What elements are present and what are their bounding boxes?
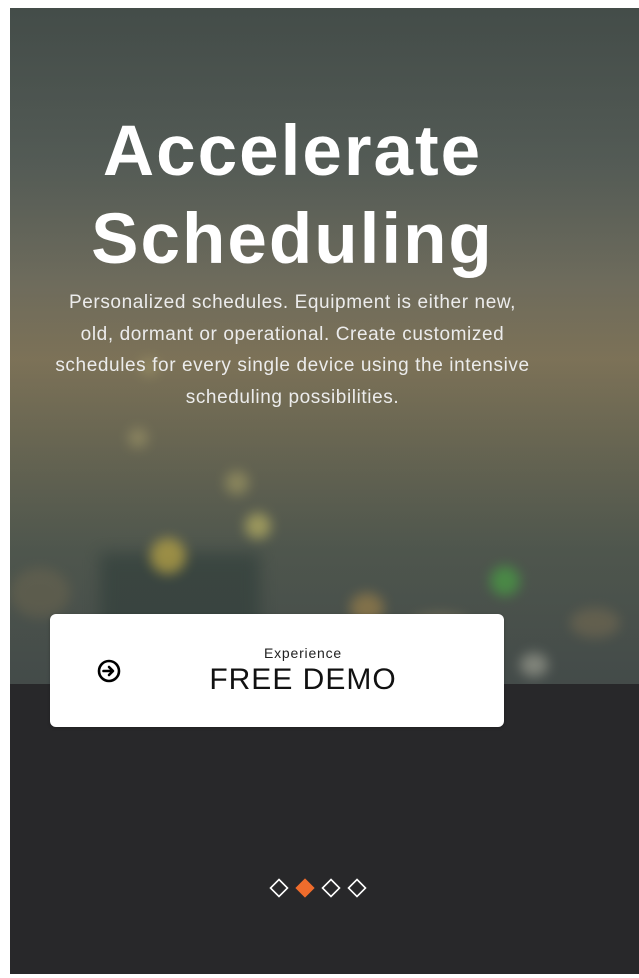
hero-description: Personalized schedules. Equipment is eit… [55, 292, 530, 408]
arrow-circle-right-icon [97, 659, 121, 683]
hero-title: Accelerate Scheduling [10, 108, 575, 284]
bottom-panel [10, 684, 639, 974]
free-demo-label: FREE DEMO [209, 663, 397, 696]
slide-dot-3[interactable] [320, 877, 342, 899]
diamond-icon [295, 878, 315, 898]
slide-dot-4[interactable] [346, 877, 368, 899]
free-demo-sublabel: Experience [263, 645, 343, 661]
hero-title-line1: Accelerate [102, 112, 483, 191]
slide-dot-2[interactable] [294, 877, 316, 899]
slider-pagination [268, 877, 368, 899]
diamond-icon [347, 878, 367, 898]
diamond-icon [321, 878, 341, 898]
slide-dot-1[interactable] [268, 877, 290, 899]
diamond-icon [269, 878, 289, 898]
hero-title-line2: Scheduling [91, 200, 494, 279]
free-demo-button[interactable]: Experience FREE DEMO [50, 614, 504, 727]
slider-frame: Accelerate Scheduling Personalized sched… [10, 8, 639, 974]
